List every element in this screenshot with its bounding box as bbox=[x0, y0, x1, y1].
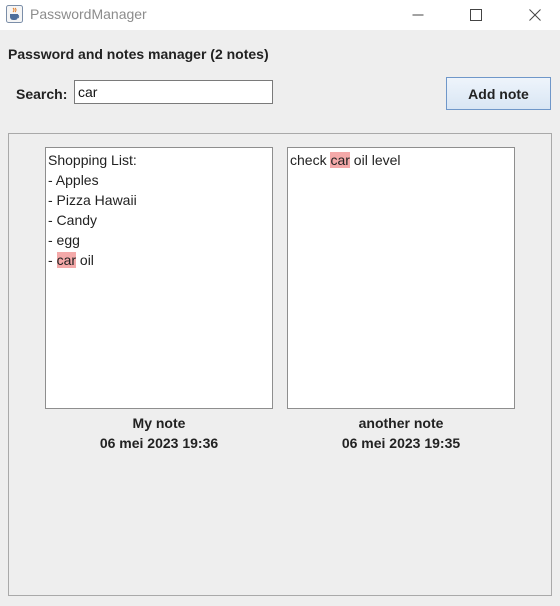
note-line: - Pizza Hawaii bbox=[48, 190, 270, 210]
note-date: 06 mei 2023 19:36 bbox=[99, 435, 219, 451]
maximize-button[interactable] bbox=[453, 0, 499, 30]
note-title: My note bbox=[132, 415, 186, 431]
note-line: check car oil level bbox=[290, 150, 512, 170]
note-card: Shopping List: - Apples - Pizza Hawaii - Ca… bbox=[45, 147, 273, 453]
add-note-button[interactable]: Add note bbox=[446, 77, 551, 110]
minimize-button[interactable] bbox=[395, 0, 441, 30]
note-line: Shopping List: bbox=[48, 150, 270, 170]
note-text-segment: - Pizza Hawaii bbox=[48, 192, 137, 208]
maximize-icon bbox=[470, 9, 482, 21]
note-text-segment: - Candy bbox=[48, 212, 98, 228]
search-highlight: car bbox=[56, 252, 77, 268]
note-text-segment: Shopping List: bbox=[48, 152, 137, 168]
note-text-segment: - bbox=[48, 252, 57, 268]
title-bar: PasswordManager bbox=[0, 0, 560, 30]
note-text-segment: oil bbox=[76, 252, 94, 268]
window-title: PasswordManager bbox=[30, 6, 147, 22]
note-text-segment: - Apples bbox=[48, 172, 99, 188]
note-title: another note bbox=[358, 415, 444, 431]
note-line: - Candy bbox=[48, 210, 270, 230]
note-card: check car oil level another note 06 mei … bbox=[287, 147, 515, 453]
note-text-segment: - egg bbox=[48, 232, 80, 248]
close-icon bbox=[529, 9, 541, 21]
note-text-segment: oil level bbox=[349, 152, 401, 168]
page-title: Password and notes manager (2 notes) bbox=[8, 46, 269, 62]
note-line: - Apples bbox=[48, 170, 270, 190]
note-text-segment: check bbox=[290, 152, 331, 168]
minimize-icon bbox=[412, 14, 424, 16]
search-highlight: car bbox=[330, 152, 350, 168]
note-date: 06 mei 2023 19:35 bbox=[341, 435, 461, 451]
search-label: Search: bbox=[16, 86, 68, 102]
note-line: - car oil bbox=[48, 250, 270, 270]
notes-panel: Shopping List: - Apples - Pizza Hawaii - Ca… bbox=[8, 133, 552, 596]
search-input[interactable] bbox=[74, 80, 273, 104]
java-cup-icon bbox=[6, 5, 23, 23]
note-line: - egg bbox=[48, 230, 270, 250]
note-text-area[interactable]: check car oil level bbox=[287, 147, 515, 409]
note-text-area[interactable]: Shopping List: - Apples - Pizza Hawaii - Ca… bbox=[45, 147, 273, 409]
close-button[interactable] bbox=[512, 0, 558, 30]
